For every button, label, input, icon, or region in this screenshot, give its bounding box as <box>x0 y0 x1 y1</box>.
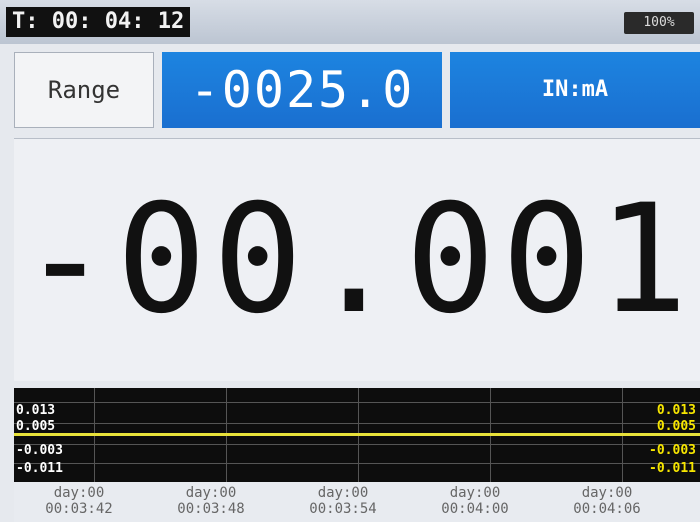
grid-line <box>14 423 700 424</box>
status-bar: T: 00: 04: 12 100% <box>0 0 700 44</box>
device-screen: T: 00: 04: 12 100% Range -0025.0 IN:mA -… <box>0 0 700 522</box>
y-tick-right: 0.005 <box>656 419 696 434</box>
y-tick-right: -0.003 <box>649 443 696 458</box>
range-button[interactable]: Range <box>14 52 154 128</box>
elapsed-timer: T: 00: 04: 12 <box>6 7 191 37</box>
time-label: day:00 00:03:42 <box>24 485 134 517</box>
grid-line <box>14 402 700 403</box>
main-reading: -00.001 <box>19 173 695 347</box>
day-label: day:00 <box>581 485 633 501</box>
grid-line <box>14 444 700 445</box>
time-value: 00:04:06 <box>573 501 641 517</box>
y-tick-left: 0.013 <box>16 403 56 418</box>
battery-indicator: 100% <box>624 12 694 34</box>
day-label: day:00 <box>185 485 237 501</box>
time-label: day:00 00:04:06 <box>552 485 662 517</box>
range-value[interactable]: -0025.0 <box>162 52 442 128</box>
main-reading-panel: -00.001 <box>14 138 700 381</box>
time-label: day:00 00:03:54 <box>288 485 398 517</box>
time-axis: day:00 00:03:42 day:00 00:03:48 day:00 0… <box>14 482 700 522</box>
y-tick-right: 0.013 <box>656 403 696 418</box>
y-tick-right: -0.011 <box>649 461 696 476</box>
day-label: day:00 <box>449 485 501 501</box>
y-tick-left: -0.003 <box>16 443 63 458</box>
signal-trace <box>14 433 700 436</box>
day-label: day:00 <box>317 485 369 501</box>
trend-graph: 0.013 0.005 -0.003 -0.011 0.013 0.005 -0… <box>14 388 700 482</box>
y-tick-left: -0.011 <box>16 461 63 476</box>
day-label: day:00 <box>53 485 105 501</box>
time-value: 00:03:42 <box>45 501 113 517</box>
time-label: day:00 00:04:00 <box>420 485 530 517</box>
time-value: 00:03:48 <box>177 501 245 517</box>
time-label: day:00 00:03:48 <box>156 485 266 517</box>
time-value: 00:03:54 <box>309 501 377 517</box>
time-value: 00:04:00 <box>441 501 509 517</box>
grid-line <box>14 463 700 464</box>
input-unit-button[interactable]: IN:mA <box>450 52 700 128</box>
y-tick-left: 0.005 <box>16 419 56 434</box>
